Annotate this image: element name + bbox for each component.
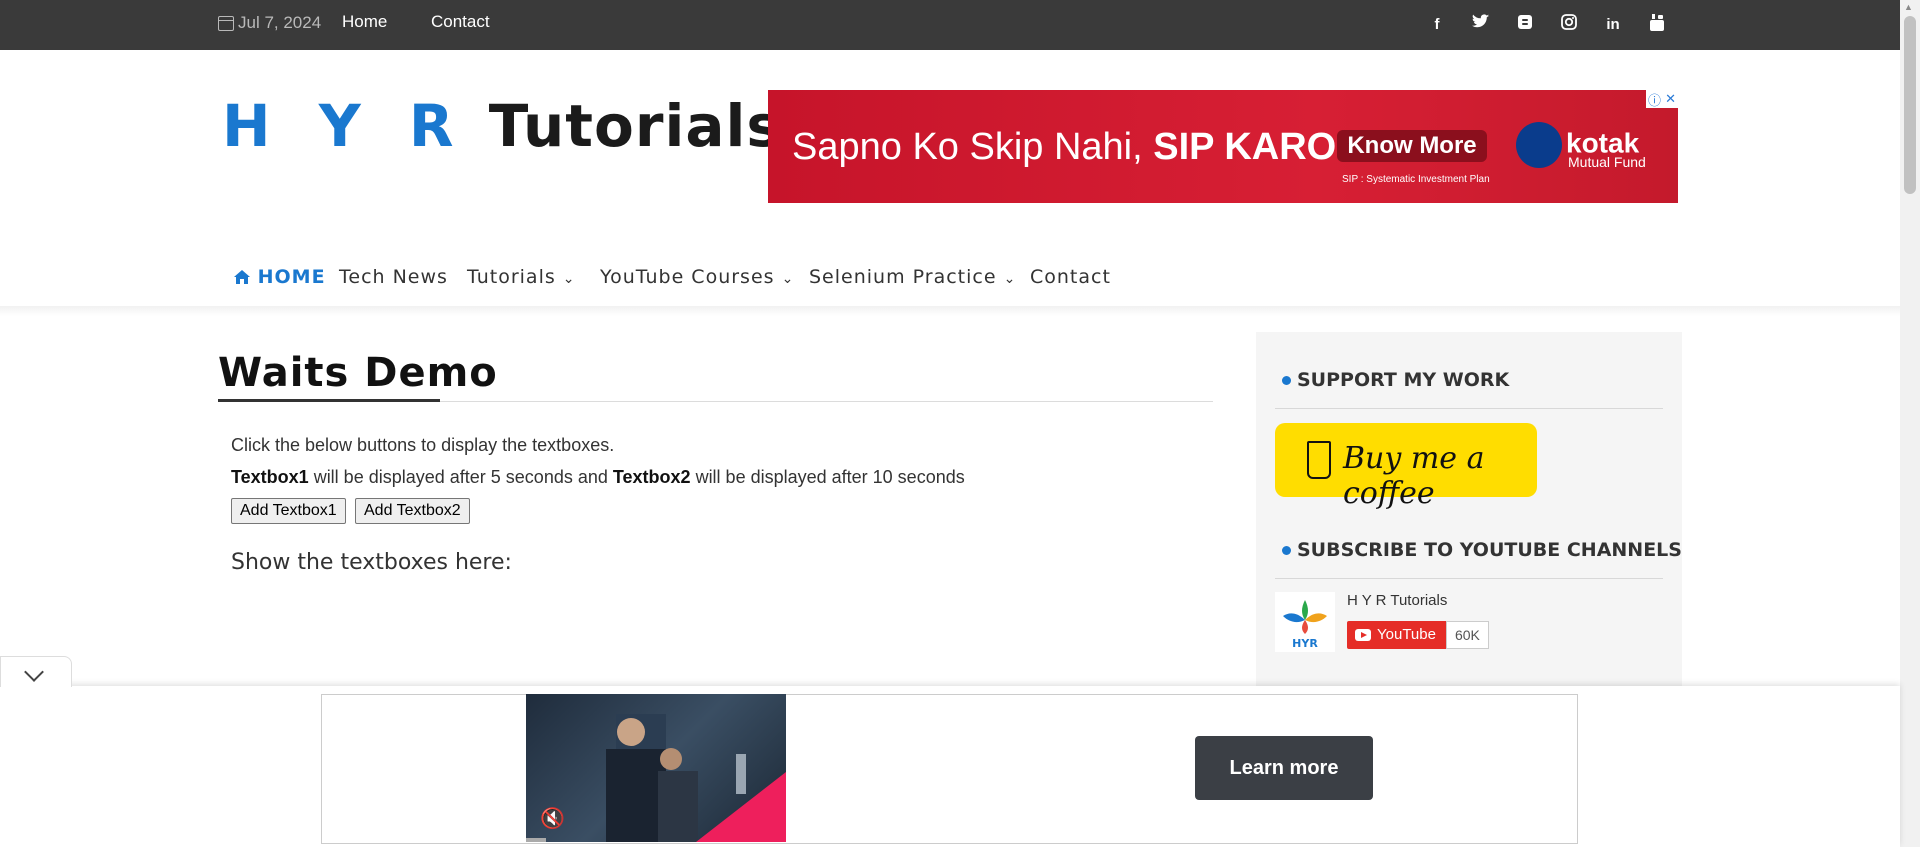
top-link-home[interactable]: Home: [342, 12, 387, 32]
nav-youtube-courses[interactable]: YouTube Courses ⌄: [600, 266, 794, 288]
coffee-cup-icon: [1307, 441, 1331, 479]
site-logo[interactable]: H Y R Tutorials: [222, 92, 782, 160]
top-bar: Jul 7, 2024 Home Contact f in: [0, 0, 1900, 50]
nav-youtube-courses-label: YouTube Courses: [600, 266, 775, 288]
nav-shadow: [0, 306, 1900, 316]
buy-me-a-coffee-button[interactable]: Buy me a coffee: [1275, 423, 1537, 511]
main-nav: HOME Tech News Tutorials ⌄ YouTube Cours…: [0, 250, 1900, 306]
learn-more-button[interactable]: Learn more: [1195, 736, 1373, 800]
youtube-icon[interactable]: [1646, 14, 1668, 36]
subscribe-title: SUBSCRIBE TO YOUTUBE CHANNELS: [1282, 539, 1682, 561]
nav-selenium-practice[interactable]: Selenium Practice ⌄: [809, 266, 1016, 288]
date-display: Jul 7, 2024: [218, 13, 321, 33]
logo-hyr: H Y R: [222, 92, 468, 160]
twitter-icon[interactable]: [1470, 14, 1492, 36]
logo-tutorials: Tutorials: [488, 92, 782, 160]
youtube-play-icon: [1355, 629, 1371, 641]
youtube-subscribe-button[interactable]: YouTube 60K: [1347, 621, 1489, 649]
header-ad-banner[interactable]: Sapno Ko Skip Nahi, SIP KARO! Know More …: [768, 90, 1678, 203]
nav-tutorials-label: Tutorials: [467, 266, 556, 288]
chevron-down-icon: ⌄: [1003, 271, 1017, 287]
support-title-text: SUPPORT MY WORK: [1297, 369, 1510, 391]
nav-tech-news[interactable]: Tech News: [339, 266, 448, 288]
instagram-icon[interactable]: [1558, 14, 1580, 36]
show-textboxes-label: Show the textboxes here:: [231, 550, 512, 575]
nav-home-label: HOME: [257, 266, 326, 288]
subscribe-title-text: SUBSCRIBE TO YOUTUBE CHANNELS: [1297, 539, 1682, 561]
home-icon: [234, 270, 250, 284]
chevron-down-icon: [24, 662, 44, 682]
calendar-icon: [218, 15, 234, 31]
instruction-text: Click the below buttons to display the t…: [231, 435, 615, 455]
ad-fine-print: SIP : Systematic Investment Plan: [1342, 174, 1490, 185]
bottom-ad-frame[interactable]: [321, 694, 1578, 844]
coffee-label: Buy me a coffee: [1343, 441, 1485, 511]
collapse-ad-button[interactable]: [0, 656, 72, 687]
ad-info-icon[interactable]: ⓘ: [1648, 90, 1661, 109]
textbox2-label: Textbox2: [612, 467, 691, 487]
subscriber-count: 60K: [1445, 621, 1489, 649]
nav-contact[interactable]: Contact: [1030, 266, 1111, 288]
blogger-icon[interactable]: [1514, 14, 1536, 36]
channel-avatar[interactable]: HYR: [1275, 592, 1335, 652]
ad-brand-sub: Mutual Fund: [1568, 154, 1646, 170]
timing-text: Textbox1 will be displayed after 5 secon…: [231, 467, 965, 488]
add-textbox1-button[interactable]: Add Textbox1: [231, 498, 346, 524]
scrollbar-thumb[interactable]: [1904, 16, 1916, 194]
support-title: SUPPORT MY WORK: [1282, 369, 1509, 391]
ad-brand: kotak Mutual Fund: [1516, 122, 1646, 170]
title-underline: [218, 399, 440, 402]
add-textbox2-button[interactable]: Add Textbox2: [355, 498, 470, 524]
top-link-contact[interactable]: Contact: [431, 12, 490, 32]
bullet-icon: [1282, 546, 1291, 555]
ad-video[interactable]: 🔇: [526, 694, 786, 842]
ad-video-accent: [696, 772, 786, 842]
ad-tagline: Sapno Ko Skip Nahi, SIP KARO!: [792, 126, 1349, 169]
textbox1-label: Textbox1: [231, 467, 309, 487]
channel-name[interactable]: H Y R Tutorials: [1347, 592, 1447, 609]
ad-tagline-bold: SIP KARO!: [1153, 126, 1349, 168]
timing-end: will be displayed after 10 seconds: [690, 467, 965, 487]
ad-tagline-plain: Sapno Ko Skip Nahi,: [792, 126, 1143, 168]
ad-controls[interactable]: ⓘ ✕: [1646, 90, 1678, 108]
facebook-icon[interactable]: f: [1426, 14, 1448, 36]
linkedin-icon[interactable]: in: [1602, 14, 1624, 36]
ad-know-more-button[interactable]: Know More: [1337, 130, 1487, 162]
ad-close-icon[interactable]: ✕: [1665, 91, 1676, 107]
widget-divider: [1275, 578, 1663, 579]
timing-mid: will be displayed after 5 seconds and: [308, 467, 613, 487]
video-progress: [526, 838, 546, 842]
chevron-down-icon: ⌄: [781, 271, 795, 287]
page-title: Waits Demo: [218, 350, 498, 396]
widget-divider: [1275, 408, 1663, 409]
youtube-button-main: YouTube: [1347, 621, 1446, 649]
nav-selenium-practice-label: Selenium Practice: [809, 266, 997, 288]
scroll-up-icon[interactable]: ▲: [1904, 2, 1913, 12]
nav-home[interactable]: HOME: [234, 266, 326, 288]
nav-tutorials[interactable]: Tutorials ⌄: [467, 266, 576, 288]
youtube-button-label: YouTube: [1377, 626, 1436, 643]
date-text: Jul 7, 2024: [238, 13, 322, 32]
kotak-logo-icon: [1516, 122, 1562, 168]
mute-icon[interactable]: 🔇: [540, 806, 565, 831]
svg-text:HYR: HYR: [1292, 637, 1318, 650]
bullet-icon: [1282, 376, 1291, 385]
chevron-down-icon: ⌄: [562, 271, 576, 287]
